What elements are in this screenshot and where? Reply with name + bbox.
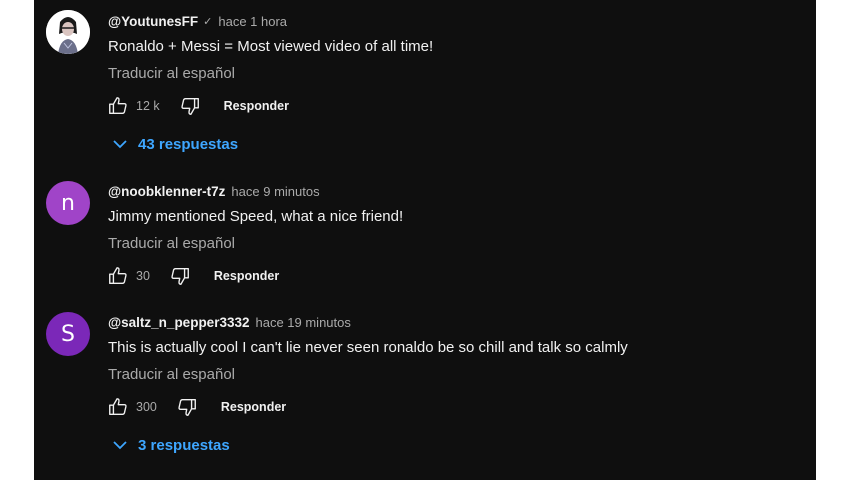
chevron-down-icon bbox=[113, 441, 127, 450]
reply-button[interactable]: Responder bbox=[214, 269, 279, 283]
like-icon[interactable] bbox=[106, 395, 130, 419]
comment-actions: 12 k Responder bbox=[106, 94, 289, 118]
replies-toggle[interactable]: 43 respuestas bbox=[112, 132, 238, 156]
like-count: 30 bbox=[136, 269, 150, 283]
comment-actions: 300 Responder bbox=[106, 395, 286, 419]
comments-panel: @YoutunesFF ✓ hace 1 hora Ronaldo + Mess… bbox=[34, 0, 816, 480]
translate-link[interactable]: Traducir al español bbox=[108, 366, 235, 383]
reply-button[interactable]: Responder bbox=[221, 400, 286, 414]
comment-time[interactable]: hace 9 minutos bbox=[231, 184, 319, 199]
avatar-portrait-icon bbox=[46, 10, 90, 54]
comment-author[interactable]: @noobklenner-t7z bbox=[108, 184, 225, 199]
dislike-icon[interactable] bbox=[175, 395, 199, 419]
avatar-letter: S bbox=[61, 321, 75, 347]
comment-header: @YoutunesFF ✓ hace 1 hora bbox=[108, 12, 287, 30]
avatar-letter: n bbox=[61, 190, 75, 216]
comment-header: @saltz_n_pepper3332 hace 19 minutos bbox=[108, 313, 351, 331]
like-icon[interactable] bbox=[106, 264, 130, 288]
comment-actions: 30 Responder bbox=[106, 264, 279, 288]
comment-header: @noobklenner-t7z hace 9 minutos bbox=[108, 182, 320, 200]
comment-author[interactable]: @saltz_n_pepper3332 bbox=[108, 315, 249, 330]
replies-label: 3 respuestas bbox=[138, 436, 230, 454]
comment-text: Jimmy mentioned Speed, what a nice frien… bbox=[108, 208, 404, 225]
like-count: 12 k bbox=[136, 99, 160, 113]
like-icon[interactable] bbox=[106, 94, 130, 118]
verified-check-icon: ✓ bbox=[203, 15, 213, 28]
avatar[interactable]: n bbox=[46, 181, 90, 225]
comment-time[interactable]: hace 1 hora bbox=[218, 14, 287, 29]
comment-text: This is actually cool I can't lie never … bbox=[108, 339, 628, 356]
dislike-icon[interactable] bbox=[168, 264, 192, 288]
translate-link[interactable]: Traducir al español bbox=[108, 65, 235, 82]
translate-link[interactable]: Traducir al español bbox=[108, 235, 235, 252]
avatar[interactable]: S bbox=[46, 312, 90, 356]
like-count: 300 bbox=[136, 400, 157, 414]
replies-label: 43 respuestas bbox=[138, 135, 239, 153]
chevron-down-icon bbox=[113, 140, 127, 149]
dislike-icon[interactable] bbox=[178, 94, 202, 118]
comment-author[interactable]: @YoutunesFF bbox=[108, 14, 198, 29]
avatar[interactable] bbox=[46, 10, 90, 54]
replies-toggle[interactable]: 3 respuestas bbox=[112, 433, 230, 457]
reply-button[interactable]: Responder bbox=[224, 99, 289, 113]
comment-time[interactable]: hace 19 minutos bbox=[255, 315, 350, 330]
comment-text: Ronaldo + Messi = Most viewed video of a… bbox=[108, 38, 434, 55]
